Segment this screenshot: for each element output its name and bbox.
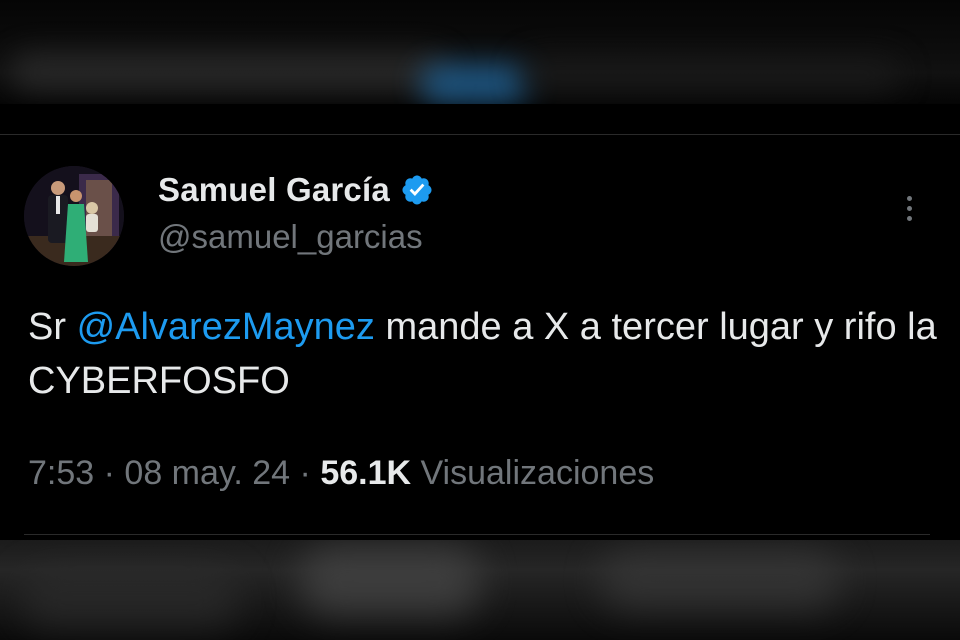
tweet-card[interactable]: Samuel García @samuel_garcias Sr @Alvare… bbox=[0, 136, 960, 534]
tweet-date[interactable]: 08 may. 24 bbox=[124, 454, 290, 492]
tweet-text-prefix: Sr bbox=[28, 306, 77, 348]
tweet-meta: 7:53 · 08 may. 24 · 56.1K Visualizacione… bbox=[28, 454, 654, 493]
avatar-photo bbox=[24, 166, 124, 266]
meta-separator: · bbox=[290, 454, 321, 492]
tweet-time[interactable]: 7:53 bbox=[28, 454, 94, 492]
screenshot-frame: Samuel García @samuel_garcias Sr @Alvare… bbox=[0, 0, 960, 640]
author-name-row: Samuel García bbox=[158, 170, 434, 210]
more-options-icon[interactable] bbox=[896, 188, 922, 228]
tweet-text: Sr @AlvarezMaynez mande a X a tercer lug… bbox=[28, 300, 938, 408]
views-label[interactable]: Visualizaciones bbox=[411, 454, 654, 492]
blurred-next-post bbox=[0, 540, 960, 640]
verified-badge-icon bbox=[402, 175, 432, 205]
author-display-name[interactable]: Samuel García bbox=[158, 171, 390, 209]
blurred-previous-post bbox=[0, 0, 960, 104]
avatar[interactable] bbox=[24, 166, 124, 266]
views-count[interactable]: 56.1K bbox=[320, 454, 411, 492]
author-handle[interactable]: @samuel_garcias bbox=[158, 218, 423, 256]
mention-link[interactable]: @AlvarezMaynez bbox=[77, 306, 375, 348]
divider bbox=[24, 534, 930, 535]
divider bbox=[0, 134, 960, 135]
meta-separator: · bbox=[94, 454, 125, 492]
